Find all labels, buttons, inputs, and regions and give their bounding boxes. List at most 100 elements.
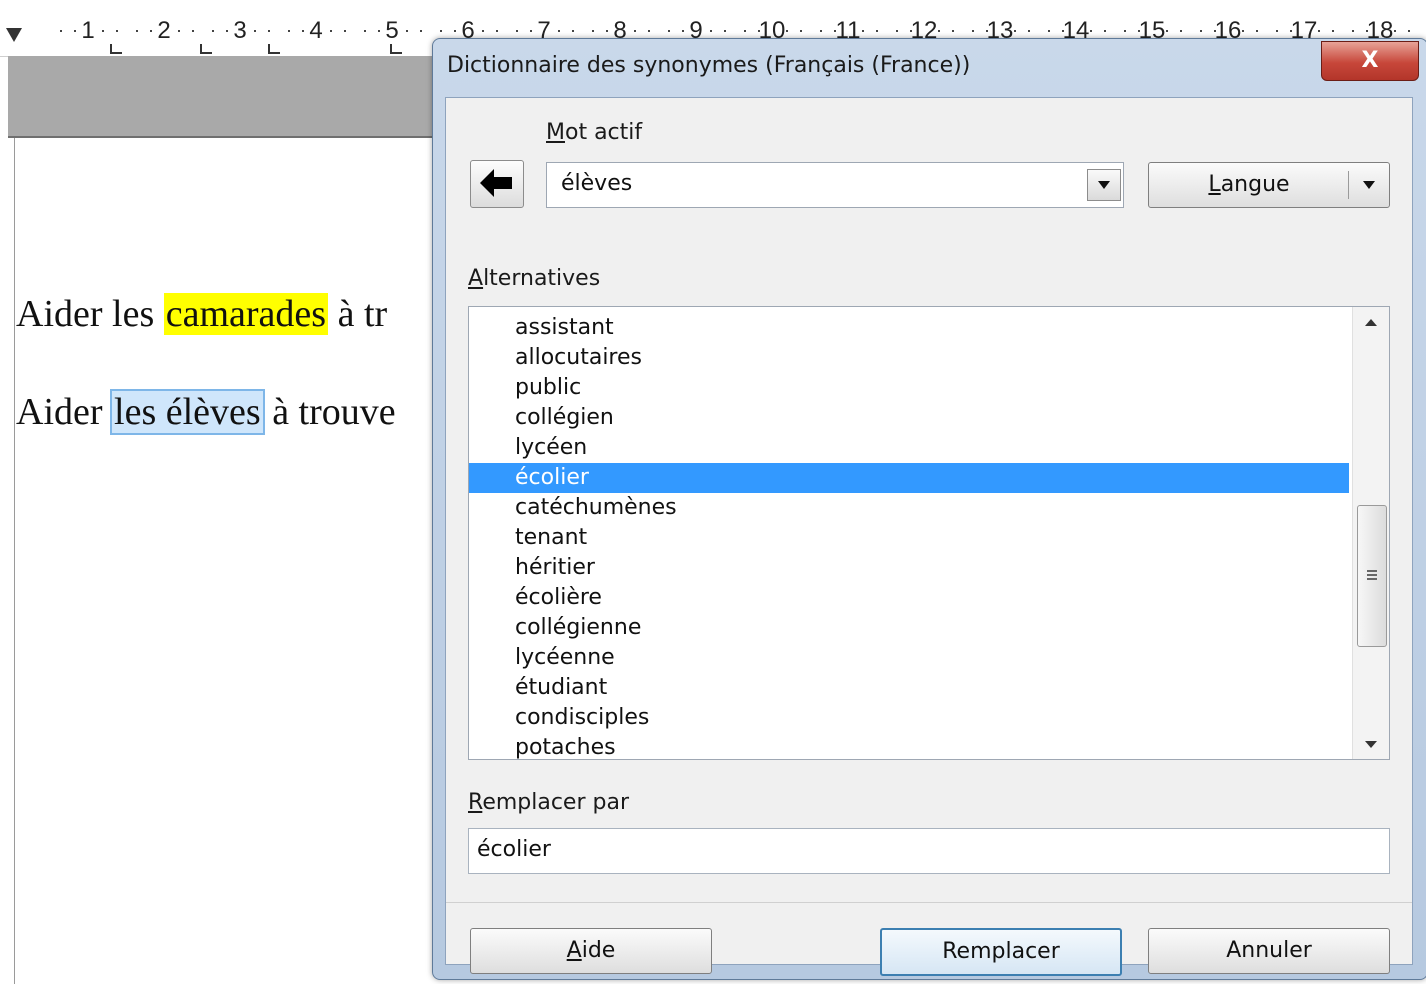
ruler-tick [1276,30,1278,32]
list-item[interactable]: lycéen [469,433,1349,463]
list-item[interactable]: potaches [469,733,1349,759]
paragraph-1-text-before: Aider les [16,293,164,335]
ruler-tick [1180,30,1182,32]
ruler-tick [1352,30,1354,32]
ruler-tick [710,30,712,32]
tab-stop-icon[interactable] [200,44,212,54]
help-button[interactable]: Aide [470,928,712,974]
ruler-tick [1290,30,1292,32]
ruler-tick [1166,30,1168,32]
ruler-tick [1200,30,1202,32]
tab-stop-icon[interactable] [390,44,402,54]
ruler-number: 1 [81,17,95,44]
ruler-tick [60,30,62,32]
list-item[interactable]: collégien [469,403,1349,433]
list-item[interactable]: étudiant [469,673,1349,703]
dialog-body: Mot actif élèves Langue Alternatives ass… [445,97,1413,976]
document-paragraph-2[interactable]: Aider les élèves à trouve [16,388,396,436]
ruler-tick [1090,30,1092,32]
indent-marker-icon[interactable] [6,28,22,42]
ruler-tick [482,30,484,32]
ruler-tick [682,30,684,32]
ruler-tick [952,30,954,32]
ruler-tick [116,30,118,32]
ruler-tick [378,30,380,32]
list-item[interactable]: public [469,373,1349,403]
ruler-tick [986,30,988,32]
grip-line-icon [1367,578,1377,580]
alternatives-items: assistant allocutaires public collégien lycé… [469,313,1349,759]
current-word-label-rest: ot actif [564,120,643,145]
list-item[interactable]: condisciples [469,703,1349,733]
list-item[interactable]: catéchumènes [469,493,1349,523]
grip-line-icon [1367,570,1377,572]
current-word-combobox[interactable]: élèves [546,162,1124,208]
ruler-tick [496,30,498,32]
scroll-down-button[interactable] [1353,729,1389,759]
ruler-tick [330,30,332,32]
ruler-tick [1366,30,1368,32]
ruler-tick [876,30,878,32]
ruler-number: 2 [157,17,171,44]
ruler-tick [820,30,822,32]
ruler-tick [288,30,290,32]
ruler-tick [226,30,228,32]
ruler-number: 3 [233,17,247,44]
ruler-tick [744,30,746,32]
ruler-tick [724,30,726,32]
ruler-tick [1062,30,1064,32]
ruler-tick [150,30,152,32]
list-item[interactable]: héritier [469,553,1349,583]
list-item[interactable]: écolière [469,583,1349,613]
list-item[interactable]: lycéenne [469,643,1349,673]
close-icon: X [1361,48,1379,73]
list-item-selected[interactable]: écolier [469,463,1349,493]
ruler-tick [834,30,836,32]
ruler-tick [910,30,912,32]
tab-stop-icon[interactable] [110,44,122,54]
list-item[interactable]: allocutaires [469,343,1349,373]
ruler-tick [178,30,180,32]
ruler-number: 4 [309,17,323,44]
ruler-tick [1138,30,1140,32]
ruler-tick [634,30,636,32]
document-paragraph-1[interactable]: Aider les camarades à tr [16,290,387,338]
chevron-down-icon [1363,181,1375,189]
ruler-tick [1214,30,1216,32]
language-button[interactable]: Langue [1148,162,1390,208]
alternatives-scrollbar[interactable] [1352,307,1389,759]
ruler-tick [344,30,346,32]
paragraph-1-text-after: à tr [328,293,388,335]
arrow-left-icon [480,169,512,197]
cancel-button[interactable]: Annuler [1148,928,1390,974]
list-item[interactable]: tenant [469,523,1349,553]
selected-text: les élèves [110,389,265,435]
back-button[interactable] [470,160,524,208]
help-button-mnemonic: A [566,938,582,963]
alternatives-list[interactable]: assistant allocutaires public collégien lycé… [468,306,1390,760]
current-word-dropdown-button[interactable] [1087,169,1121,201]
ruler-tick [648,30,650,32]
ruler-tick [606,30,608,32]
list-item[interactable]: collégienne [469,613,1349,643]
close-button[interactable]: X [1321,41,1419,81]
ruler-tick [896,30,898,32]
ruler-tick [668,30,670,32]
scroll-up-button[interactable] [1353,307,1389,337]
scrollbar-thumb[interactable] [1357,505,1387,647]
ruler-tick [406,30,408,32]
replace-with-input[interactable]: écolier [468,828,1390,874]
ruler-tick [1318,30,1320,32]
replace-button[interactable]: Remplacer [880,928,1122,976]
language-button-separator [1348,171,1349,199]
ruler-tick [530,30,532,32]
ruler-tick [1256,30,1258,32]
ruler-tick [212,30,214,32]
list-item[interactable]: assistant [469,313,1349,343]
tab-stop-icon[interactable] [268,44,280,54]
current-word-value: élèves [561,171,633,196]
arrow-up-icon [1365,319,1377,326]
thesaurus-dialog: Dictionnaire des synonymes (Français (Fr… [432,38,1426,980]
ruler-tick [302,30,304,32]
language-button-mnemonic: L [1208,172,1221,197]
